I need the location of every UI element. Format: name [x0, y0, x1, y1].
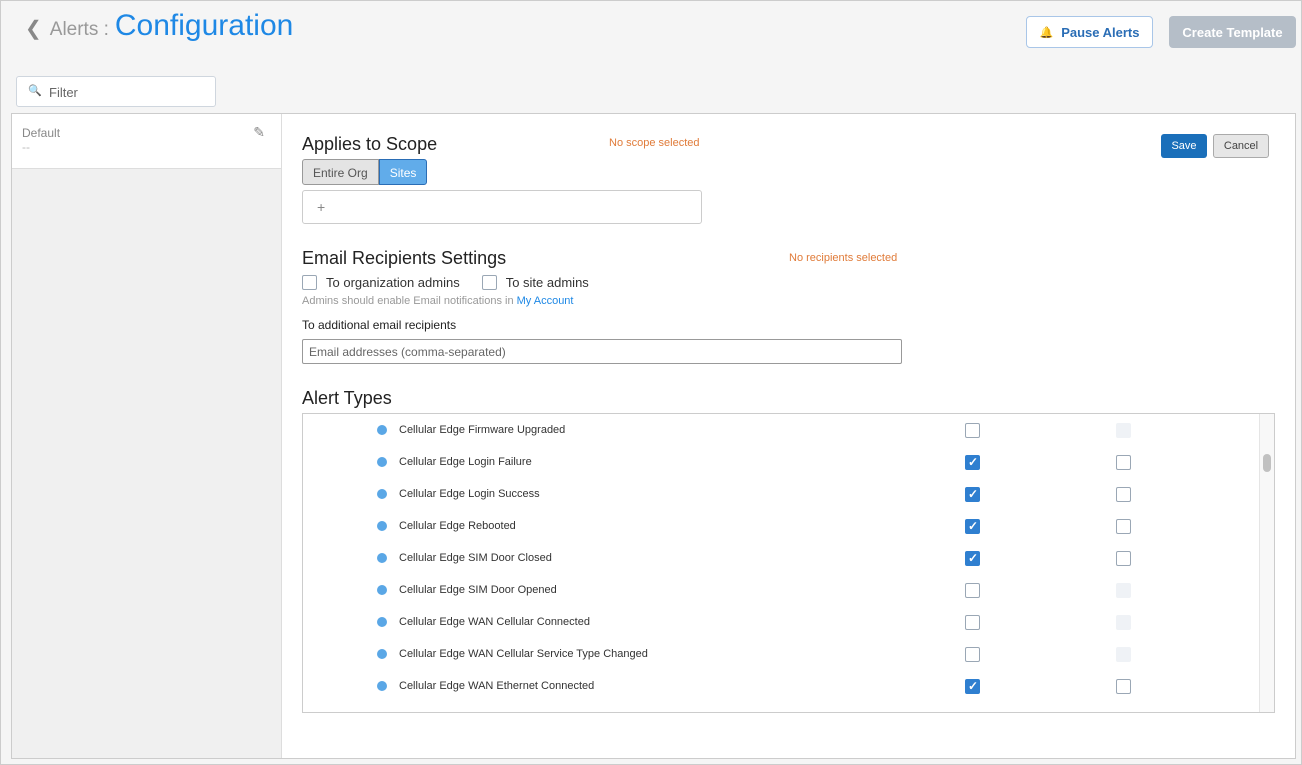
back-chevron-icon[interactable]: ❮ — [25, 16, 42, 41]
filter-placeholder: Filter — [49, 85, 78, 100]
status-dot-icon — [377, 617, 387, 627]
email-checkbox[interactable] — [965, 550, 980, 566]
status-dot-icon — [377, 521, 387, 531]
email-checkbox[interactable] — [965, 678, 980, 694]
email-input[interactable]: Email addresses (comma-separated) — [302, 339, 902, 364]
alert-name: Cellular Edge Firmware Upgraded — [399, 424, 566, 436]
email-checkbox[interactable] — [965, 582, 980, 598]
scope-warning: No scope selected — [609, 137, 700, 149]
org-admins-checkbox[interactable] — [302, 275, 317, 290]
alert-row: Cellular Edge WAN Cellular Service Type … — [303, 638, 1274, 670]
email-checkbox[interactable] — [965, 454, 980, 470]
my-account-link[interactable]: My Account — [517, 295, 574, 307]
email-checkbox[interactable] — [965, 614, 980, 630]
email-checkbox[interactable] — [965, 646, 980, 662]
scrollbar-thumb[interactable] — [1263, 454, 1271, 472]
additional-label: To additional email recipients — [302, 318, 457, 332]
scope-heading: Applies to Scope — [302, 134, 438, 154]
scope-toggle: Entire Org Sites — [302, 159, 428, 185]
status-dot-icon — [377, 681, 387, 691]
email-heading: Email Recipients Settings — [302, 248, 507, 268]
secondary-checkbox[interactable] — [1116, 454, 1131, 470]
alert-name: Cellular Edge Rebooted — [399, 520, 516, 532]
secondary-checkbox — [1116, 646, 1131, 662]
alert-name: Cellular Edge WAN Cellular Service Type … — [399, 648, 648, 660]
secondary-checkbox — [1116, 614, 1131, 630]
admin-note: Admins should enable Email notifications… — [302, 295, 573, 307]
site-admins-checkbox[interactable] — [481, 275, 497, 290]
template-sub: -- — [22, 140, 30, 154]
create-template-button[interactable]: Create Template — [1169, 16, 1296, 48]
save-button[interactable]: Save — [1161, 134, 1207, 158]
alert-name: Cellular Edge Login Failure — [399, 456, 532, 468]
org-admins-label: To organization admins — [326, 275, 460, 290]
email-checkbox[interactable] — [965, 518, 980, 534]
secondary-checkbox[interactable] — [1116, 486, 1131, 502]
status-dot-icon — [377, 457, 387, 467]
recipients-warning: No recipients selected — [789, 252, 898, 264]
admin-recipients: To organization admins To site admins — [302, 275, 611, 290]
alert-row: Cellular Edge WAN Ethernet Connected — [303, 670, 1274, 702]
bell-icon: 🔔 — [1039, 26, 1054, 39]
status-dot-icon — [377, 649, 387, 659]
alert-row: Cellular Edge SIM Door Opened — [303, 574, 1274, 606]
alert-row: Cellular Edge WAN Cellular Connected — [303, 606, 1274, 638]
alert-name: Cellular Edge WAN Cellular Connected — [399, 616, 590, 628]
secondary-checkbox — [1116, 422, 1131, 438]
status-dot-icon — [377, 585, 387, 595]
config-panel: Default -- ✎ Applies to Scope No scope s… — [11, 113, 1296, 759]
secondary-checkbox[interactable] — [1116, 550, 1131, 566]
alert-name: Cellular Edge SIM Door Opened — [399, 584, 557, 596]
email-checkbox[interactable] — [965, 422, 980, 438]
status-dot-icon — [377, 425, 387, 435]
template-list: Default -- ✎ — [12, 114, 282, 758]
secondary-checkbox — [1116, 582, 1131, 598]
status-dot-icon — [377, 489, 387, 499]
alert-row: Cellular Edge Firmware Upgraded — [303, 414, 1274, 446]
email-checkbox[interactable] — [965, 486, 980, 502]
scope-site-input[interactable]: + — [302, 190, 702, 224]
secondary-checkbox[interactable] — [1116, 678, 1131, 694]
alert-types-heading: Alert Types — [302, 388, 392, 408]
alert-name: Cellular Edge Login Success — [399, 488, 540, 500]
alert-row: Cellular Edge Login Failure — [303, 446, 1274, 478]
alert-types-list: Cellular Edge Firmware Upgraded Cellular … — [302, 413, 1275, 713]
alert-row: Cellular Edge Login Success — [303, 478, 1274, 510]
pencil-icon[interactable]: ✎ — [253, 124, 265, 141]
pause-alerts-button[interactable]: 🔔 Pause Alerts — [1026, 16, 1153, 48]
alert-name: Cellular Edge WAN Ethernet Connected — [399, 680, 595, 692]
status-dot-icon — [377, 553, 387, 563]
breadcrumb-alerts[interactable]: Alerts : — [50, 19, 109, 41]
note-text: Admins should enable Email notifications… — [302, 295, 514, 307]
pause-label: Pause Alerts — [1061, 24, 1140, 40]
scrollbar[interactable] — [1259, 414, 1274, 712]
alert-name: Cellular Edge SIM Door Closed — [399, 552, 552, 564]
alert-row: Cellular Edge SIM Door Closed — [303, 542, 1274, 574]
entire-org-option[interactable]: Entire Org — [302, 159, 379, 185]
cancel-button[interactable]: Cancel — [1213, 134, 1269, 158]
site-admins-label: To site admins — [505, 275, 589, 290]
secondary-checkbox[interactable] — [1116, 518, 1131, 534]
sites-option[interactable]: Sites — [378, 159, 428, 185]
filter-input[interactable]: 🔍 Filter — [16, 76, 216, 107]
template-name: Default — [22, 126, 61, 140]
search-icon: 🔍 — [28, 85, 42, 97]
header: ❮ Alerts : Configuration — [25, 9, 293, 43]
sidebar-empty — [12, 169, 281, 758]
page-title: Configuration — [114, 9, 294, 42]
template-item-default[interactable]: Default -- ✎ — [12, 114, 281, 169]
alert-row: Cellular Edge Rebooted — [303, 510, 1274, 542]
